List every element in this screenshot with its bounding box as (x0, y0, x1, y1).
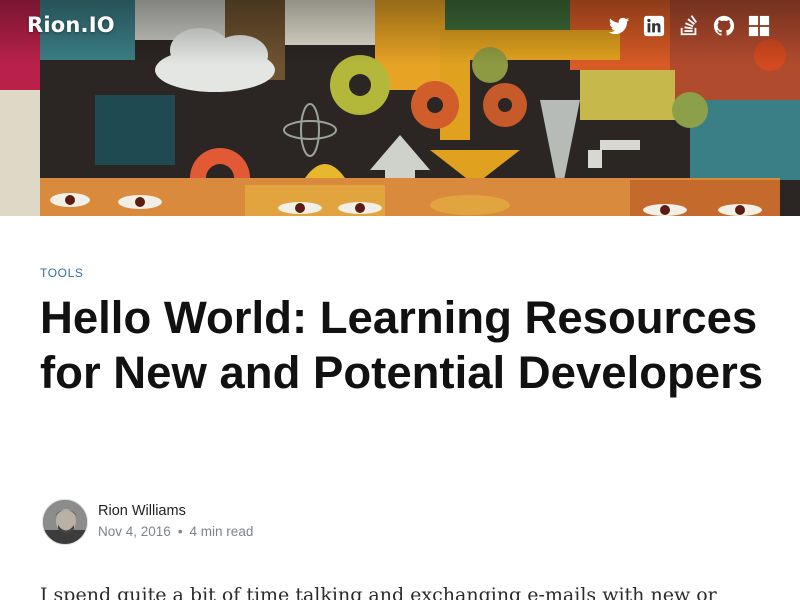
github-link[interactable] (712, 14, 735, 37)
windows-icon (748, 15, 769, 36)
author-avatar[interactable] (42, 499, 88, 545)
linkedin-icon (643, 15, 664, 36)
article-title: Hello World: Learning Resources for New … (40, 292, 764, 398)
meta-separator: • (177, 524, 183, 539)
byline: Rion Williams Nov 4, 2016 • 4 min read (42, 499, 542, 549)
reading-time: 4 min read (189, 524, 254, 539)
social-links (607, 14, 770, 37)
hero-banner: Rion.IO (0, 0, 800, 216)
article-intro: I spend quite a bit of time talking and … (40, 584, 717, 600)
post-meta: Nov 4, 2016 • 4 min read (98, 524, 253, 539)
github-icon (713, 15, 734, 36)
windows-link[interactable] (747, 14, 770, 37)
post-date: Nov 4, 2016 (98, 524, 171, 539)
article-tag[interactable]: TOOLS (40, 266, 83, 280)
site-logo[interactable]: Rion.IO (27, 13, 115, 37)
linkedin-link[interactable] (642, 14, 665, 37)
twitter-link[interactable] (607, 14, 630, 37)
stackoverflow-link[interactable] (677, 14, 700, 37)
stackoverflow-icon (680, 14, 697, 35)
avatar-image (43, 500, 87, 544)
author-name[interactable]: Rion Williams (98, 503, 186, 519)
twitter-icon (608, 17, 629, 34)
